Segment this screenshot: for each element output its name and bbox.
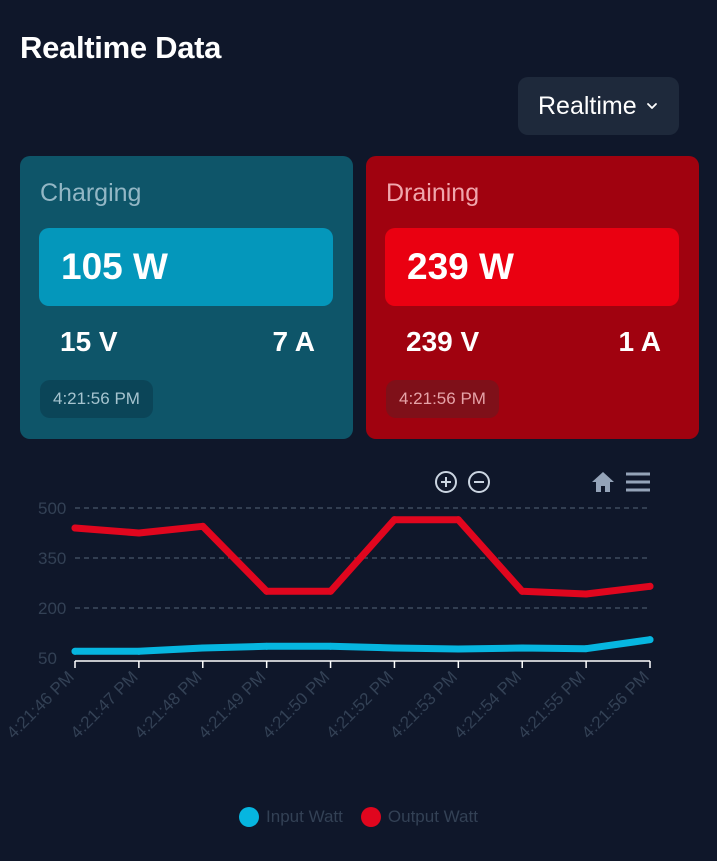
chevron-down-icon	[647, 103, 657, 109]
draining-timestamp: 4:21:56 PM	[386, 380, 499, 418]
x-tick-label: 4:21:46 PM	[3, 667, 78, 742]
chart-legend: Input Watt Output Watt	[0, 807, 717, 827]
x-tick-label: 4:21:49 PM	[195, 667, 270, 742]
input-watt-point[interactable]	[582, 645, 590, 653]
legend-output-dot	[360, 807, 381, 827]
y-tick-label: 200	[38, 599, 66, 618]
legend-input-dot	[239, 807, 260, 827]
input-watt-point[interactable]	[390, 644, 398, 652]
output-watt-line	[71, 516, 654, 598]
charging-voltage: 15 V	[60, 326, 118, 357]
legend-item-input[interactable]: Input Watt	[239, 807, 343, 827]
draining-current: 1 A	[618, 326, 661, 357]
x-tick-label: 4:21:50 PM	[258, 667, 333, 742]
page-title: Realtime Data	[20, 30, 222, 65]
legend-item-output[interactable]: Output Watt	[360, 807, 478, 827]
output-watt-point[interactable]	[263, 587, 271, 595]
legend-output-label: Output Watt	[387, 807, 478, 826]
output-watt-point[interactable]	[199, 522, 207, 530]
x-tick-label: 4:21:53 PM	[386, 667, 461, 742]
output-watt-point[interactable]	[518, 587, 526, 595]
draining-voltage: 239 V	[406, 326, 480, 357]
y-tick-label: 500	[38, 499, 66, 518]
draining-label: Draining	[386, 179, 480, 207]
x-tick-label: 4:21:55 PM	[514, 667, 589, 742]
mode-select-value: Realtime	[538, 91, 637, 120]
draining-power: 239 W	[385, 228, 679, 306]
charging-power: 105 W	[39, 228, 333, 306]
output-watt-point[interactable]	[71, 524, 79, 532]
x-tick-label: 4:21:52 PM	[322, 667, 397, 742]
charging-timestamp: 4:21:56 PM	[40, 380, 153, 418]
input-watt-point[interactable]	[518, 644, 526, 652]
legend-input-label: Input Watt	[266, 807, 343, 826]
draining-card: Draining 239 W 239 V 1 A 4:21:56 PM	[366, 156, 699, 439]
y-tick-label: 350	[38, 549, 66, 568]
output-watt-point[interactable]	[454, 516, 462, 524]
output-watt-point[interactable]	[390, 516, 398, 524]
input-watt-point[interactable]	[71, 647, 79, 655]
x-tick-label: 4:21:47 PM	[67, 667, 142, 742]
y-tick-label: 50	[38, 649, 57, 668]
mode-select[interactable]: Realtime	[518, 77, 679, 135]
input-watt-point[interactable]	[199, 644, 207, 652]
input-watt-point[interactable]	[263, 642, 271, 650]
x-tick-label: 4:21:56 PM	[578, 667, 653, 742]
output-watt-point[interactable]	[135, 529, 143, 537]
x-tick-label: 4:21:54 PM	[450, 667, 525, 742]
charging-current: 7 A	[272, 326, 315, 357]
input-watt-point[interactable]	[135, 647, 143, 655]
input-watt-point[interactable]	[454, 645, 462, 653]
output-watt-point[interactable]	[582, 590, 590, 598]
output-watt-point[interactable]	[646, 582, 654, 590]
input-watt-point[interactable]	[327, 642, 335, 650]
charging-label: Charging	[40, 179, 142, 207]
watt-line-chart: 500 350 200 504:21:46 PM4:21:47 PM4:21:48 P…	[3, 499, 654, 742]
x-tick-label: 4:21:48 PM	[131, 667, 206, 742]
input-watt-point[interactable]	[646, 636, 654, 644]
input-watt-line	[71, 636, 654, 655]
charging-card: Charging 105 W 15 V 7 A 4:21:56 PM	[20, 156, 353, 439]
output-watt-point[interactable]	[327, 587, 335, 595]
